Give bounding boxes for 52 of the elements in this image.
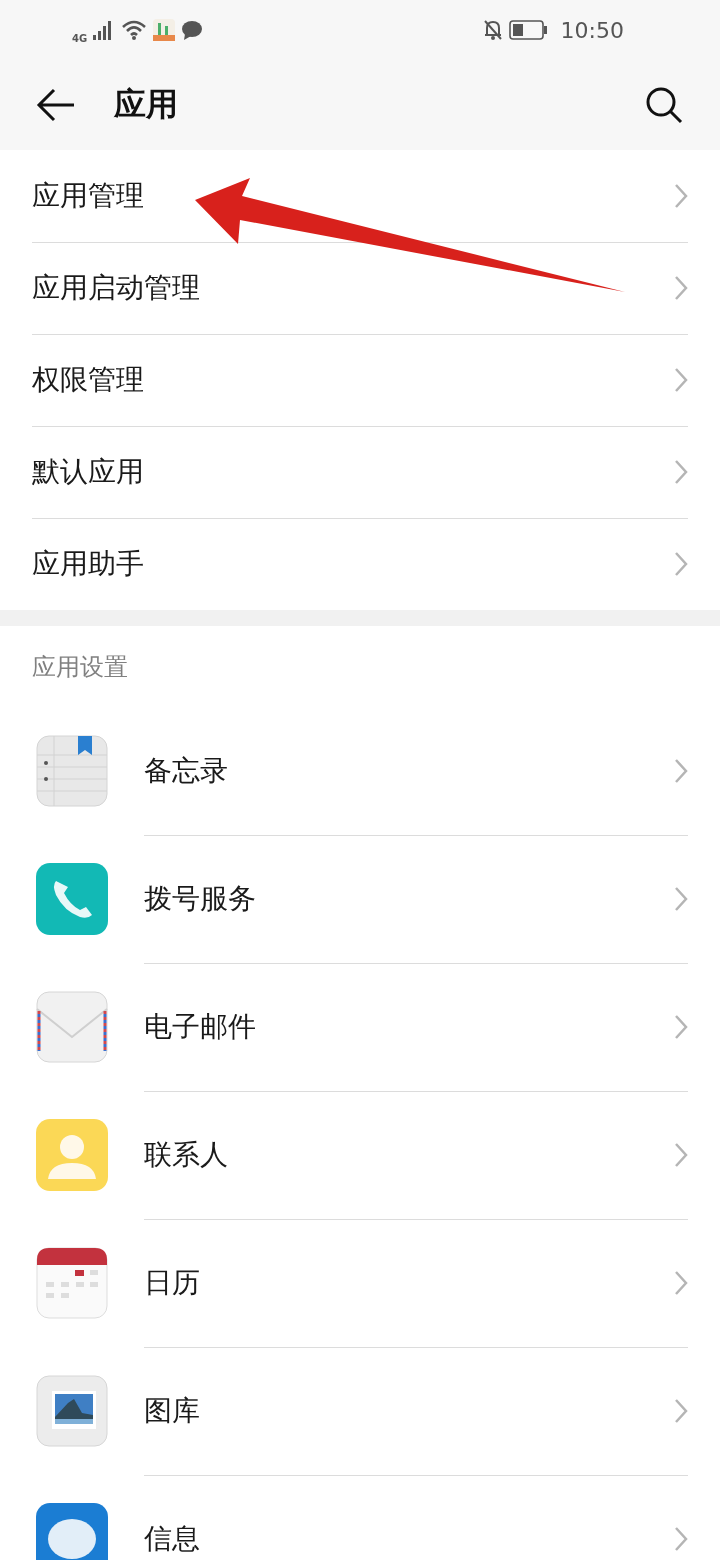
menu-label: 拨号服务 bbox=[144, 880, 257, 917]
chevron-right-icon bbox=[674, 551, 688, 577]
chevron-right-icon bbox=[674, 1141, 688, 1168]
menu-label: 联系人 bbox=[144, 1136, 229, 1173]
chevron-right-icon bbox=[674, 1525, 688, 1552]
app-row[interactable]: 备忘录 bbox=[0, 707, 720, 835]
settings-row[interactable]: 默认应用 bbox=[0, 426, 720, 518]
app-icon bbox=[36, 1503, 108, 1560]
chevron-right-icon bbox=[674, 366, 688, 393]
menu-label: 应用启动管理 bbox=[32, 269, 201, 306]
network-type: 4G bbox=[72, 32, 88, 44]
menu-label: 权限管理 bbox=[32, 361, 145, 398]
app-icon bbox=[36, 735, 108, 807]
chevron-right-icon bbox=[674, 458, 688, 485]
app-icon bbox=[36, 1247, 108, 1319]
menu-label: 信息 bbox=[144, 1520, 201, 1557]
app-icon bbox=[36, 863, 108, 935]
menu-label: 应用助手 bbox=[32, 546, 145, 582]
settings-row[interactable]: 应用助手 bbox=[0, 518, 720, 610]
chevron-right-icon bbox=[674, 1013, 688, 1040]
menu-label: 电子邮件 bbox=[144, 1008, 257, 1045]
chevron-right-icon bbox=[674, 1397, 688, 1424]
back-button[interactable] bbox=[36, 88, 76, 122]
chevron-right-icon bbox=[674, 757, 688, 784]
app-icon bbox=[36, 1375, 108, 1447]
app-icon bbox=[36, 1119, 108, 1191]
app-icon bbox=[36, 991, 108, 1063]
page-title: 应用 bbox=[114, 84, 179, 125]
app-notification-icon bbox=[153, 19, 176, 41]
app-row[interactable]: 拨号服务 bbox=[0, 835, 720, 963]
menu-label: 日历 bbox=[144, 1264, 201, 1301]
bell-off-icon bbox=[482, 19, 503, 41]
menu-label: 图库 bbox=[144, 1392, 201, 1429]
chevron-right-icon bbox=[674, 885, 688, 912]
chevron-right-icon bbox=[674, 274, 688, 301]
menu-label: 备忘录 bbox=[144, 752, 229, 789]
chat-bubble-icon bbox=[181, 20, 204, 40]
battery-icon bbox=[508, 20, 547, 40]
chevron-right-icon bbox=[674, 182, 688, 209]
app-row[interactable]: 电子邮件 bbox=[0, 963, 720, 1091]
search-button[interactable] bbox=[644, 85, 684, 125]
menu-label: 应用管理 bbox=[32, 177, 145, 214]
app-row[interactable]: 日历 bbox=[0, 1219, 720, 1347]
app-row[interactable]: 信息 bbox=[0, 1475, 720, 1560]
section-title: 应用设置 bbox=[32, 651, 128, 683]
clock-time: 10:50 bbox=[560, 17, 624, 43]
menu-label: 默认应用 bbox=[32, 453, 145, 490]
app-row[interactable]: 联系人 bbox=[0, 1091, 720, 1219]
settings-row[interactable]: 权限管理 bbox=[0, 334, 720, 426]
chevron-right-icon bbox=[674, 1269, 688, 1296]
app-row[interactable]: 图库 bbox=[0, 1347, 720, 1475]
wifi-icon bbox=[121, 19, 148, 41]
